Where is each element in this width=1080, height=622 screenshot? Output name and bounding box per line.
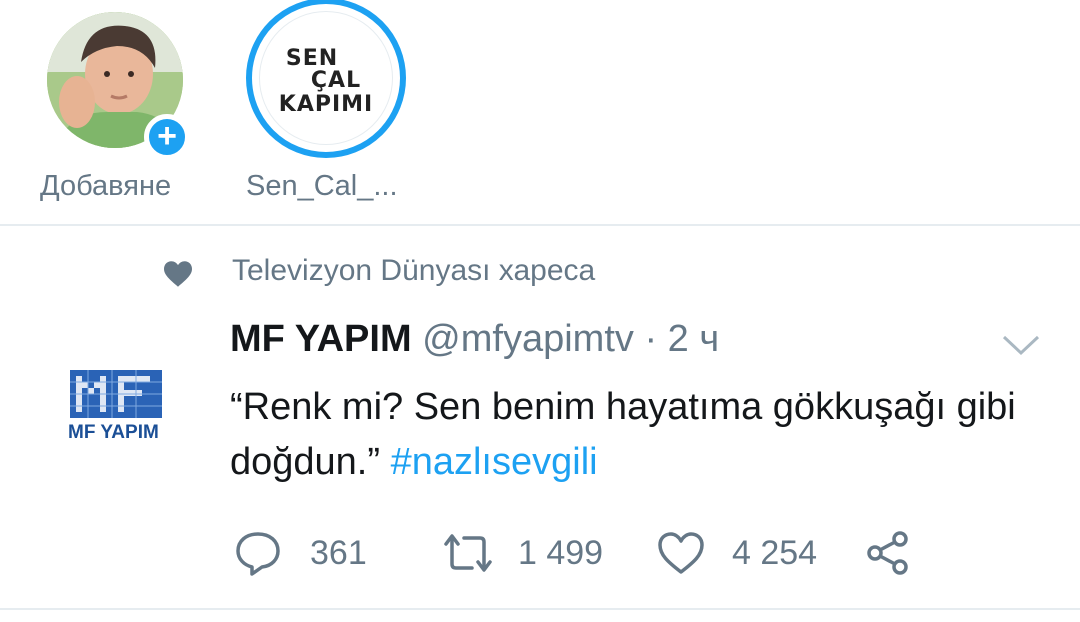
- tweet-text: “Renk mi? Sen benim hayatıma gökkuşağı g…: [230, 386, 1016, 483]
- chevron-down-icon[interactable]: [1002, 334, 1040, 356]
- add-story-icon[interactable]: +: [144, 114, 190, 160]
- author-name[interactable]: MF YAPIM: [230, 318, 412, 360]
- stories-bar: + Добавяне SEN ÇAL KAPIMI Sen_Cal_...: [0, 0, 1080, 224]
- author-avatar[interactable]: MF YAPIM: [66, 368, 166, 448]
- retweet-context-text[interactable]: Televizyon Dünyası харесa: [232, 254, 595, 288]
- reply-icon: [236, 532, 280, 576]
- mf-logo-label: MF YAPIM: [68, 422, 159, 443]
- reply-count: 361: [310, 534, 367, 572]
- tweet-actions: 361 1 499 4 254: [230, 528, 950, 578]
- share-icon: [867, 531, 908, 575]
- tweet-time[interactable]: 2 ч: [668, 318, 720, 360]
- heart-filled-icon: [164, 261, 192, 287]
- tweet-body: “Renk mi? Sen benim hayatıma gökkuşağı g…: [230, 380, 1050, 490]
- logo-line-2: ÇAL: [310, 68, 362, 93]
- author-handle[interactable]: @mfyapimtv: [422, 318, 634, 360]
- story-label-channel: Sen_Cal_...: [246, 170, 398, 202]
- logo-line-3: KAPIMI: [278, 92, 374, 117]
- heart-icon: [658, 532, 704, 574]
- header-separator: ·: [644, 318, 658, 360]
- tweet-header: MF YAPIM @mfyapimtv · 2 ч: [230, 318, 719, 361]
- story-ring[interactable]: SEN ÇAL KAPIMI: [246, 0, 406, 158]
- like-count: 4 254: [732, 534, 818, 572]
- divider-bottom: [0, 608, 1080, 610]
- retweet-icon: [444, 534, 492, 572]
- retweet-count: 1 499: [518, 534, 604, 572]
- divider-top: [0, 224, 1080, 226]
- hashtag-link[interactable]: #nazlısevgili: [391, 441, 598, 483]
- story-label-add: Добавяне: [40, 170, 172, 202]
- channel-logo: SEN ÇAL KAPIMI: [260, 12, 392, 144]
